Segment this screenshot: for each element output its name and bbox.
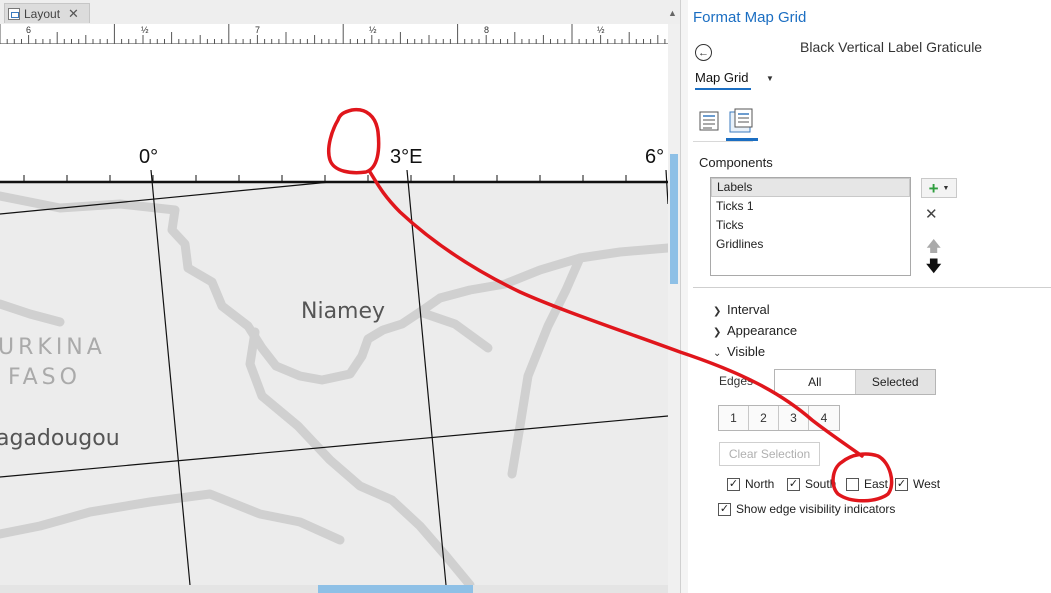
edges-toggle[interactable]: All Selected [774, 369, 936, 395]
move-down-icon[interactable]: 🡇 [926, 256, 941, 281]
horizontal-scrollbar[interactable] [0, 585, 668, 593]
chevron-right-icon: ❯ [713, 327, 722, 338]
back-arrow-icon[interactable]: ← [695, 44, 712, 61]
section-label: Interval [727, 302, 770, 317]
section-interval[interactable]: ❯ Interval [713, 302, 770, 317]
close-icon[interactable]: ✕ [68, 6, 79, 22]
ruler-label: ½ [369, 25, 377, 35]
component-item-ticks-1[interactable]: Ticks 1 [711, 197, 910, 216]
checkbox-label: North [745, 477, 775, 491]
layout-tab[interactable]: Layout ✕ [4, 3, 90, 23]
checkbox-box[interactable]: ✓ [727, 477, 740, 491]
map-frame[interactable]: 0° 3°E 6° Niamey URKINA FASO agadougou [0, 44, 668, 585]
checkbox-label: South [805, 477, 837, 491]
edge-number-buttons: 1 2 3 4 [718, 405, 840, 431]
map-background [0, 182, 668, 585]
place-label-niamey: Niamey [301, 299, 385, 324]
edges-label: Edges [719, 374, 754, 388]
place-label-burkina: URKINA [0, 335, 106, 360]
place-label-ouagadougou: agadougou [0, 426, 120, 451]
west-checkbox[interactable]: ✓ West [895, 477, 940, 491]
edge-button-2[interactable]: 2 [749, 406, 779, 430]
ruler-label: ½ [597, 25, 605, 35]
checkbox-box[interactable]: ✓ [718, 502, 731, 516]
chevron-down-icon: ▼ [942, 184, 950, 192]
tab-divider [693, 141, 753, 142]
checkbox-label: West [913, 477, 941, 491]
tab-strip: Layout ✕ ▲ [0, 0, 680, 24]
east-checkbox[interactable]: East [846, 477, 888, 491]
scroll-up-icon[interactable]: ▲ [668, 8, 677, 18]
element-title: Black Vertical Label Graticule [800, 39, 983, 55]
grid-label-3e: 3°E [390, 146, 422, 168]
checkbox-box[interactable] [846, 477, 859, 491]
chevron-down-icon[interactable]: ▼ [766, 74, 774, 83]
pane-title: Format Map Grid [693, 9, 807, 26]
checkbox-box[interactable]: ✓ [787, 477, 800, 491]
pane-divider[interactable] [680, 0, 688, 593]
grid-label-0: 0° [139, 146, 158, 168]
ruler-label: 7 [255, 25, 261, 35]
horizontal-ruler: 6 ½ 7 ½ 8 ½ [0, 24, 668, 44]
ruler-ticks [0, 24, 666, 44]
layout-icon [8, 7, 20, 20]
vertical-scroll-thumb[interactable] [670, 154, 678, 284]
chevron-right-icon: ❯ [713, 306, 722, 317]
chevron-down-icon: ⌄ [713, 348, 722, 359]
properties-tab-icon[interactable] [698, 110, 720, 132]
section-appearance[interactable]: ❯ Appearance [713, 323, 797, 338]
component-item-gridlines[interactable]: Gridlines [711, 235, 910, 254]
grid-label-6: 6° [645, 146, 664, 168]
page-margin [0, 44, 668, 182]
layout-tab-label: Layout [24, 6, 61, 21]
ruler-label: ½ [141, 25, 149, 35]
add-component-button[interactable]: + ▼ [921, 178, 957, 198]
edges-all-button[interactable]: All [775, 370, 855, 394]
section-label: Appearance [727, 323, 798, 338]
ruler-label: 6 [26, 25, 32, 35]
horizontal-scroll-thumb[interactable] [318, 585, 473, 593]
show-edge-indicators-checkbox[interactable]: ✓ Show edge visibility indicators [718, 502, 895, 516]
map-grid-dropdown[interactable]: Map Grid [695, 70, 751, 90]
components-label: Components [699, 155, 773, 170]
section-label: Visible [727, 344, 766, 359]
section-divider [693, 287, 1051, 288]
place-label-faso: FASO [8, 365, 81, 390]
south-checkbox[interactable]: ✓ South [787, 477, 836, 491]
checkbox-box[interactable]: ✓ [895, 477, 908, 491]
edge-button-4[interactable]: 4 [809, 406, 839, 430]
add-icon: + [928, 178, 939, 198]
layout-view[interactable]: Layout ✕ ▲ 6 ½ 7 ½ 8 ½ 0° 3°E 6° Niamey … [0, 0, 680, 593]
map-canvas[interactable]: 0° 3°E 6° Niamey URKINA FASO agadougou [0, 44, 668, 585]
clear-selection-button[interactable]: Clear Selection [719, 442, 820, 466]
checkbox-label: Show edge visibility indicators [736, 502, 896, 516]
components-tab-icon[interactable] [728, 108, 754, 134]
component-item-labels[interactable]: Labels [711, 178, 910, 197]
checkbox-label: East [864, 477, 889, 491]
remove-icon[interactable]: ✕ [925, 205, 938, 223]
north-checkbox[interactable]: ✓ North [727, 477, 774, 491]
ruler-label: 8 [484, 25, 490, 35]
format-map-grid-pane: Format Map Grid ← Black Vertical Label G… [688, 0, 1051, 593]
component-item-ticks[interactable]: Ticks [711, 216, 910, 235]
section-visible[interactable]: ⌄ Visible [713, 344, 765, 359]
edge-button-1[interactable]: 1 [719, 406, 749, 430]
app-window: Layout ✕ ▲ 6 ½ 7 ½ 8 ½ 0° 3°E 6° Niamey … [0, 0, 1051, 593]
components-list[interactable]: Labels Ticks 1 Ticks Gridlines [710, 177, 911, 276]
vertical-scrollbar[interactable] [668, 24, 680, 593]
edges-selected-button[interactable]: Selected [854, 370, 935, 394]
edge-button-3[interactable]: 3 [779, 406, 809, 430]
